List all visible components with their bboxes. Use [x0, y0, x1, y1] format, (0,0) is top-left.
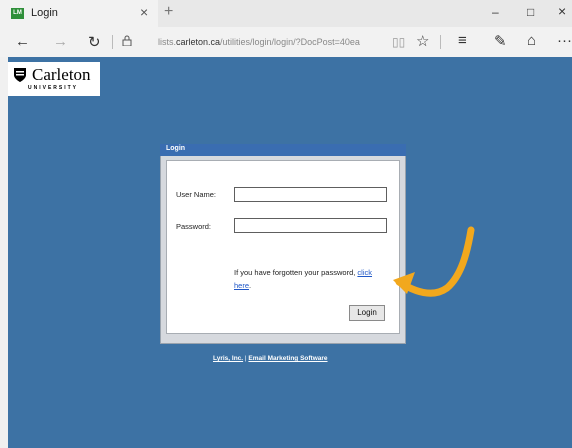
hub-icon[interactable]: ≡ — [458, 32, 467, 49]
divider — [440, 35, 441, 49]
tab-bar: LM Login × + – □ × — [0, 0, 572, 27]
site-favicon-icon: LM — [11, 8, 24, 19]
logo-name: Carleton — [32, 65, 91, 84]
tab-login[interactable]: LM Login × — [0, 0, 158, 27]
url-domain: carleton.ca — [176, 37, 221, 47]
lock-icon — [122, 35, 132, 46]
divider — [112, 35, 113, 49]
more-icon[interactable]: ··· — [557, 32, 572, 49]
password-field[interactable] — [234, 218, 387, 233]
email-marketing-link[interactable]: Email Marketing Software — [248, 355, 327, 362]
carleton-logo[interactable]: Carleton UNIVERSITY — [8, 62, 100, 96]
footer: Lyris, Inc. | Email Marketing Software — [213, 355, 328, 362]
annotation-arrow-icon — [393, 226, 475, 297]
shield-icon — [14, 68, 26, 82]
web-note-icon[interactable]: ✎ — [494, 32, 507, 50]
new-tab-button[interactable]: + — [164, 3, 173, 21]
lyris-link[interactable]: Lyris, Inc. — [213, 355, 243, 362]
forgot-text: If you have forgotten your password, — [234, 268, 356, 277]
share-icon[interactable]: ⌂ — [527, 32, 536, 49]
password-label: Password: — [176, 222, 212, 231]
url-field[interactable]: lists.carleton.ca/utilities/login/login/… — [158, 37, 360, 47]
favorite-star-icon[interactable]: ☆ — [416, 32, 429, 50]
url-prefix: lists. — [158, 37, 176, 47]
forgot-link-part2: here — [234, 281, 250, 290]
username-label: User Name: — [176, 190, 217, 199]
refresh-icon[interactable]: ↻ — [88, 33, 101, 51]
forward-arrow-icon[interactable]: → — [53, 33, 68, 50]
username-field[interactable] — [234, 187, 387, 202]
back-arrow-icon[interactable]: ← — [15, 33, 30, 50]
tab-close-icon[interactable]: × — [140, 4, 148, 20]
forgot-link-part1: click — [357, 268, 373, 277]
address-bar-row: ← → ↻ lists.carleton.ca/utilities/login/… — [0, 27, 572, 58]
page-left-edge — [0, 57, 8, 448]
minimize-button[interactable]: – — [492, 5, 499, 19]
login-dialog-title: Login — [166, 145, 186, 152]
forgot-password-message: If you have forgotten your password, cli… — [234, 268, 373, 290]
url-path: /utilities/login/login/?DocPost=40ea — [220, 37, 360, 47]
logo-subtitle: UNIVERSITY — [28, 85, 79, 91]
tab-title: Login — [31, 7, 58, 19]
close-window-button[interactable]: × — [558, 3, 566, 19]
reading-view-icon[interactable]: ▯▯ — [392, 35, 405, 49]
login-button[interactable]: Login — [349, 305, 385, 321]
login-dialog-header — [160, 144, 406, 156]
maximize-button[interactable]: □ — [527, 5, 534, 19]
